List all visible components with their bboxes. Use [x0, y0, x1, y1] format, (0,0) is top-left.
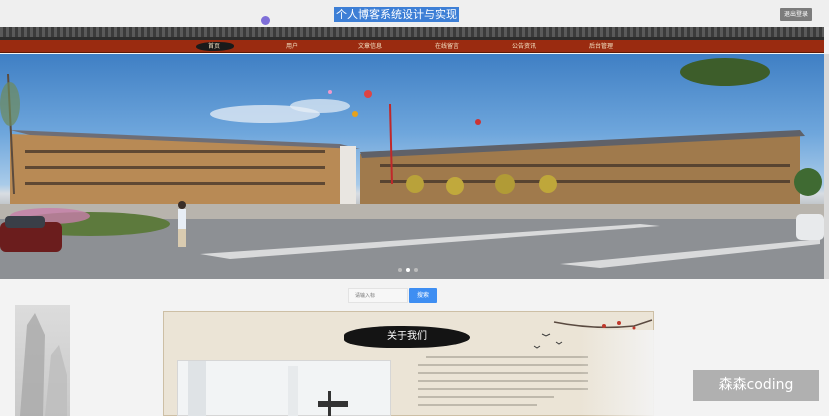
logout-button[interactable]: 退出登录	[780, 8, 812, 21]
search-button[interactable]: 搜索	[409, 288, 437, 303]
nav-item-articles[interactable]: 文章信息	[358, 40, 382, 53]
about-photo	[177, 360, 391, 416]
nav-item-messages[interactable]: 在线留言	[435, 40, 459, 53]
page-scrollbar[interactable]	[824, 54, 829, 279]
banner-carousel[interactable]	[0, 54, 824, 279]
carousel-dot-2[interactable]	[406, 268, 410, 272]
carousel-dot-1[interactable]	[398, 268, 402, 272]
main-nav: 首页 用户 文章信息 在线留言 公告资讯 后台管理	[0, 40, 824, 53]
search-input[interactable]	[348, 288, 408, 303]
banner-image	[0, 58, 824, 279]
cursor-indicator	[261, 16, 270, 25]
nav-item-home[interactable]: 首页	[208, 40, 220, 53]
ink-landscape-decoration	[15, 305, 70, 416]
about-title: 关于我们	[387, 331, 427, 342]
site-title: 个人博客系统设计与实现	[334, 7, 459, 22]
watermark: 森森coding	[693, 370, 819, 401]
nav-item-admin[interactable]: 后台管理	[589, 40, 613, 53]
nav-item-users[interactable]: 用户	[286, 40, 298, 53]
about-description	[418, 356, 588, 416]
roof-tile-decoration	[0, 27, 824, 40]
nav-item-announcements[interactable]: 公告资讯	[512, 40, 536, 53]
carousel-dot-3[interactable]	[414, 268, 418, 272]
